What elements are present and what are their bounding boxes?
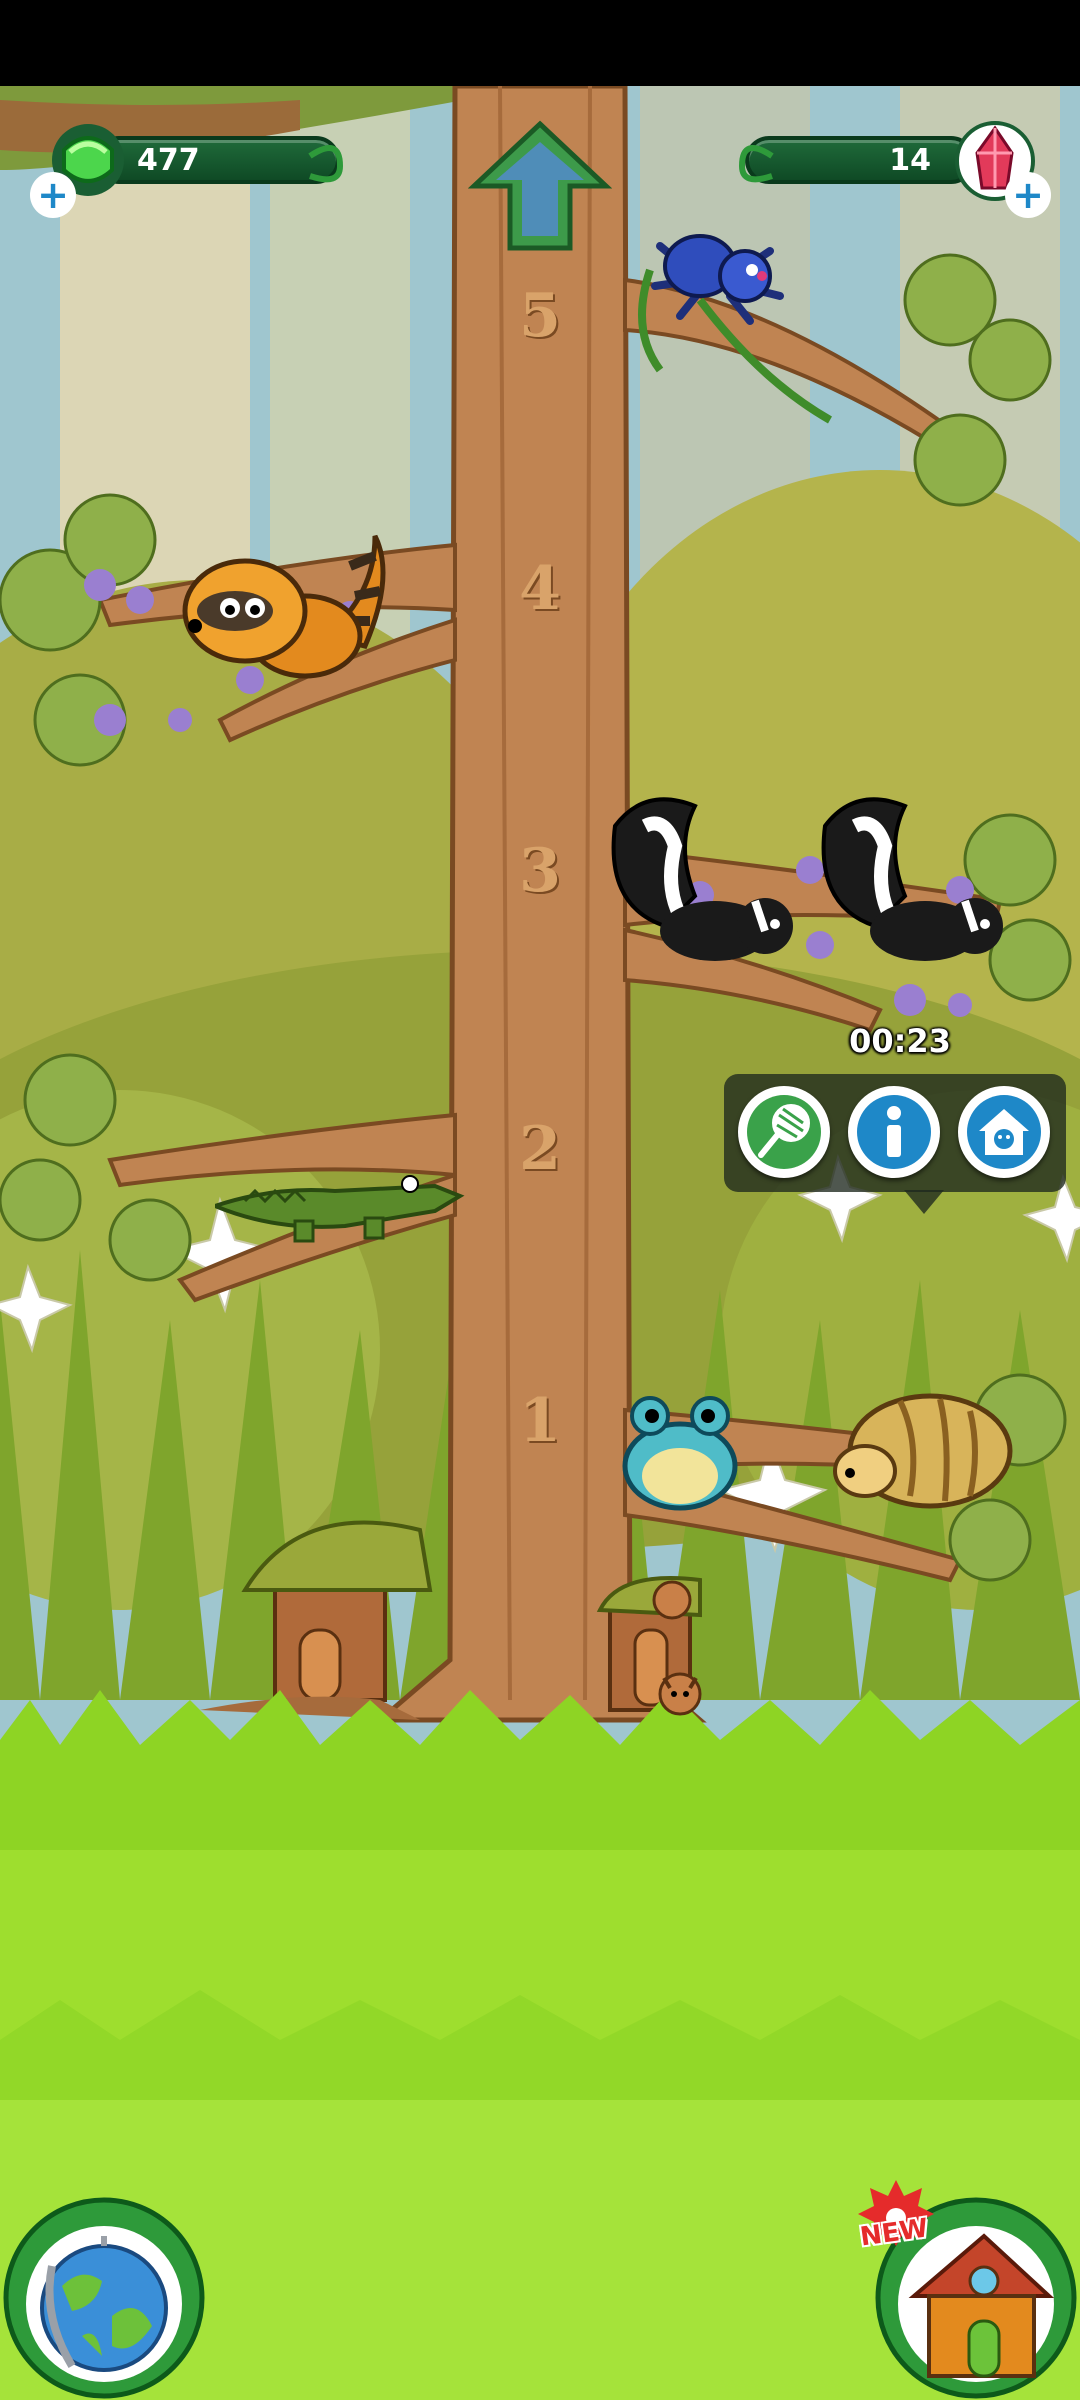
- info-button[interactable]: [848, 1086, 940, 1178]
- floor-number-3: 3: [519, 836, 561, 906]
- raccoon-animal[interactable]: [175, 516, 405, 686]
- up-arrow-button[interactable]: [468, 118, 612, 254]
- house-button-face: [967, 1095, 1041, 1169]
- red-crystals-count: 14: [889, 142, 931, 178]
- net-icon: [758, 1104, 810, 1158]
- net-button-face: [747, 1095, 821, 1169]
- floor-number-2: 2: [519, 1114, 561, 1184]
- floor-number-4: 4: [519, 554, 561, 624]
- squirrel-animal[interactable]: [650, 1666, 710, 1716]
- vine-icon: [738, 145, 774, 183]
- floor-number-5: 5: [519, 281, 561, 351]
- status-bar: [0, 0, 1080, 86]
- catch-net-button[interactable]: [738, 1086, 830, 1178]
- add-red-crystals-button[interactable]: +: [1005, 172, 1051, 218]
- world-map-button[interactable]: [2, 2196, 206, 2400]
- add-green-gems-button[interactable]: +: [30, 172, 76, 218]
- floor-number-1: 1: [519, 1386, 561, 1456]
- breeding-timer: 00:23: [849, 1022, 951, 1060]
- house-icon: [979, 1109, 1029, 1155]
- tarantula-animal[interactable]: [650, 216, 790, 326]
- forest-background: [0, 86, 1080, 2400]
- plus-icon: +: [1012, 173, 1044, 217]
- hedgehog-animal[interactable]: [830, 1381, 1020, 1511]
- crocodile-animal[interactable]: [215, 1146, 465, 1246]
- skunk-animal-2[interactable]: [815, 786, 1015, 976]
- move-to-house-button[interactable]: [958, 1086, 1050, 1178]
- info-button-face: [857, 1095, 931, 1169]
- plus-icon: +: [37, 173, 69, 217]
- info-icon: [887, 1106, 901, 1157]
- vine-icon: [308, 145, 344, 183]
- green-gems-count: 477: [137, 142, 200, 178]
- game-scene: 5 4 3 2 1: [0, 86, 1080, 2400]
- frog-animal[interactable]: [610, 1386, 760, 1516]
- popup-pointer: [904, 1190, 944, 1214]
- skunk-animal-1[interactable]: [605, 786, 805, 976]
